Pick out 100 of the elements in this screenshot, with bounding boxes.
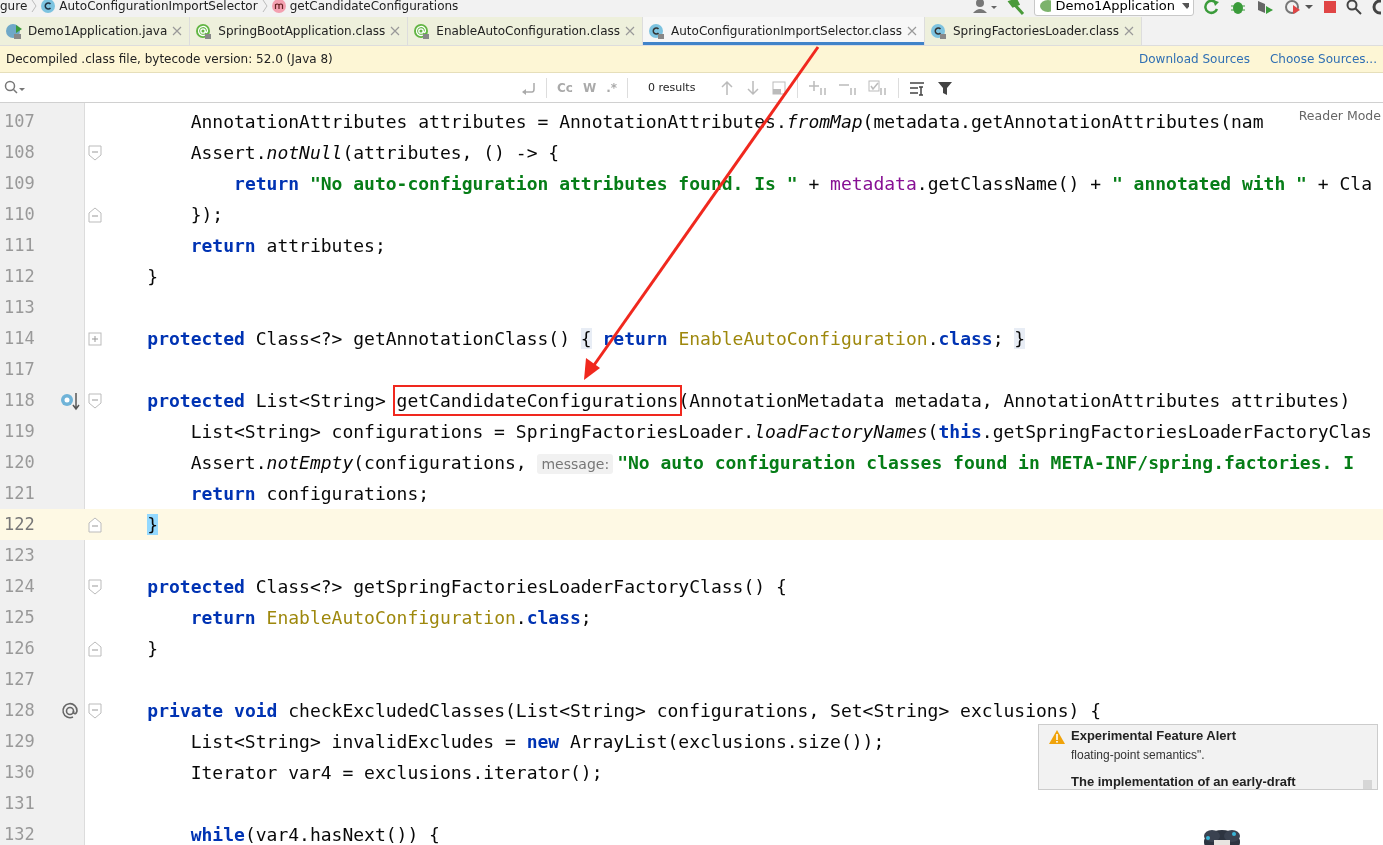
line-number: 132 <box>3 823 36 845</box>
line-number: 108 <box>3 141 36 164</box>
at-sign-icon[interactable] <box>61 701 79 720</box>
annotation-icon <box>195 22 214 40</box>
line-number: 122 <box>3 513 36 536</box>
tab-label: EnableAutoConfiguration.class <box>436 24 621 38</box>
breadcrumb-item[interactable]: getCandidateConfigurations <box>289 0 459 13</box>
add-selection-icon[interactable] <box>808 79 829 96</box>
line-number: 128 <box>3 699 36 722</box>
fold-marker-icon[interactable] <box>87 640 102 657</box>
coverage-icon[interactable] <box>1255 0 1275 15</box>
line-number: 127 <box>3 668 36 691</box>
line-number: 123 <box>3 544 36 567</box>
line-number: 129 <box>3 730 36 753</box>
user-icon[interactable] <box>972 0 998 15</box>
editor-tab[interactable]: AutoConfigurationImportSelector.class <box>643 17 925 45</box>
editor-tab[interactable]: SpringBootApplication.class <box>190 17 409 45</box>
matched-brace: } <box>147 514 159 535</box>
code-text: List<String> configurations = SpringFactoriesLoader. <box>190 421 755 442</box>
rerun-icon[interactable] <box>1203 0 1221 15</box>
window-icon[interactable] <box>771 79 788 96</box>
fold-marker-icon[interactable] <box>87 144 102 161</box>
notification-title: Experimental Feature Alert <box>1071 728 1237 743</box>
editor-tab[interactable]: SpringFactoriesLoader.class <box>924 17 1142 45</box>
line-number: 131 <box>3 792 36 815</box>
code-text: List<String> <box>254 390 387 411</box>
code-text: Assert. <box>190 452 267 473</box>
keyword: private void <box>147 700 278 721</box>
code-text: .getClassName() + <box>916 173 1103 194</box>
banner-link[interactable]: Download Sources <box>1139 52 1250 66</box>
code-text: List<String> invalidExcludes = <box>190 731 517 752</box>
code-text: + Cla <box>1316 173 1372 194</box>
close-icon[interactable] <box>1123 26 1134 36</box>
line-number: 112 <box>3 265 36 288</box>
breadcrumb-item[interactable]: AutoConfigurationImportSelector <box>59 0 258 13</box>
code-text: ; <box>992 328 1005 349</box>
tab-label: SpringBootApplication.class <box>218 24 386 38</box>
select-all-icon[interactable] <box>868 79 889 96</box>
code-text: checkExcludedClasses(List<String> configurations, Set<String> exclusions) { <box>287 700 1101 721</box>
code-text: }); <box>190 204 224 225</box>
code-text: } <box>147 638 159 659</box>
line-number: 113 <box>3 296 36 319</box>
filter-icon[interactable] <box>937 79 954 96</box>
close-icon[interactable] <box>390 26 401 36</box>
fold-marker-icon[interactable] <box>87 206 102 223</box>
editor-tab[interactable]: Demo1Application.java <box>0 17 191 45</box>
highlighted-method-name: getCandidateConfigurations <box>392 385 683 416</box>
close-icon[interactable] <box>906 26 917 36</box>
folded-code: { <box>580 328 592 349</box>
field-name: metadata <box>830 173 917 194</box>
arrow-down-icon[interactable] <box>745 79 762 96</box>
keyword: class <box>938 328 993 349</box>
keyword: return <box>190 235 256 256</box>
code-text: (metadata.getAnnotationAttributes(nam <box>862 111 1264 132</box>
bug-icon[interactable] <box>1230 0 1246 15</box>
breadcrumb-item[interactable]: gure <box>0 0 28 13</box>
keyword: return <box>234 173 300 194</box>
folded-code: } <box>1014 328 1026 349</box>
line-number: 120 <box>3 451 36 474</box>
results-count: 0 results <box>647 81 697 94</box>
keyword: return <box>190 483 256 504</box>
banner-link[interactable]: Choose Sources... <box>1269 52 1377 66</box>
stop-icon[interactable] <box>1323 0 1337 14</box>
method-name: fromMap <box>786 111 863 132</box>
search-icon[interactable] <box>1346 0 1362 15</box>
code-text: + <box>807 173 821 194</box>
code-text: . <box>515 607 527 628</box>
keyword: while <box>190 824 245 845</box>
fold-marker-icon[interactable] <box>87 392 102 409</box>
hammer-icon[interactable] <box>1007 0 1025 15</box>
method-name: notEmpty <box>266 452 354 473</box>
search-icon[interactable] <box>4 79 26 96</box>
close-icon[interactable] <box>625 26 636 36</box>
class-name: EnableAutoConfiguration <box>265 607 516 628</box>
line-number: 111 <box>3 234 36 257</box>
run-configuration-dropdown[interactable]: Demo1Application <box>1034 0 1194 16</box>
notification-heading: The implementation of an early-draft <box>1071 774 1296 789</box>
keyword: protected <box>147 328 245 349</box>
code-text: (var4.hasNext()) { <box>244 824 440 845</box>
expand-marker-icon[interactable] <box>87 331 102 346</box>
chevron-icon <box>261 0 268 13</box>
fold-marker-icon[interactable] <box>87 702 102 719</box>
fold-marker-icon[interactable] <box>87 578 102 595</box>
line-number: 110 <box>3 203 36 226</box>
code-text: . <box>927 328 939 349</box>
line-number: 124 <box>3 575 36 598</box>
keyword: class <box>526 607 581 628</box>
code-text: ArrayList(exclusions.size()); <box>569 731 885 752</box>
implements-icon[interactable] <box>60 390 80 411</box>
keyword: protected <box>147 390 245 411</box>
keyword: new <box>526 731 560 752</box>
close-icon[interactable] <box>172 26 183 36</box>
class-icon <box>929 22 948 40</box>
scrollbar-thumb[interactable] <box>1363 780 1372 789</box>
class-icon <box>648 22 667 40</box>
profiler-icon[interactable] <box>1284 0 1314 15</box>
editor-tab[interactable]: EnableAutoConfiguration.class <box>408 17 644 45</box>
string-literal: " annotated with " <box>1111 173 1307 194</box>
fold-marker-icon[interactable] <box>87 516 102 533</box>
code-text: Assert. <box>190 142 267 163</box>
